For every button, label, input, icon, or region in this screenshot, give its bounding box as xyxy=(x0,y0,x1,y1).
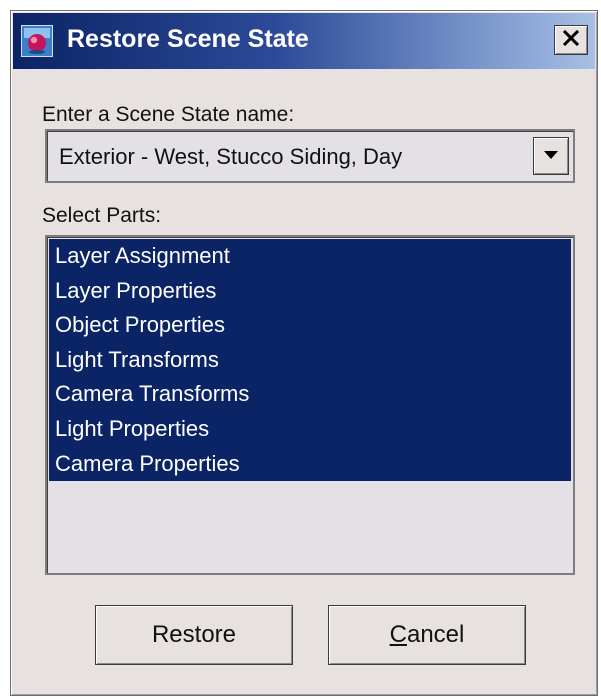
parts-listbox[interactable]: Layer Assignment Layer Properties Object… xyxy=(45,235,575,575)
list-item-camera-properties[interactable]: Camera Properties xyxy=(49,446,571,482)
scene-state-name-label: Enter a Scene State name: xyxy=(42,103,295,126)
list-item-layer-assignment[interactable]: Layer Assignment xyxy=(49,239,571,274)
cancel-button[interactable]: Cancel xyxy=(328,605,526,665)
app-icon xyxy=(21,25,53,57)
close-button[interactable] xyxy=(554,25,588,55)
scene-state-dropdown-button[interactable] xyxy=(533,137,569,175)
close-icon xyxy=(562,29,580,51)
select-parts-label: Select Parts: xyxy=(42,204,162,227)
cancel-mnemonic: C xyxy=(389,621,407,648)
list-item-camera-transforms[interactable]: Camera Transforms xyxy=(49,377,571,412)
list-item-object-properties[interactable]: Object Properties xyxy=(49,308,571,343)
list-item-light-properties[interactable]: Light Properties xyxy=(49,411,571,447)
list-item-light-transforms[interactable]: Light Transforms xyxy=(49,342,571,378)
restore-scene-state-dialog: Restore Scene State Enter a Scene State … xyxy=(10,10,598,696)
scene-state-name-value[interactable]: Exterior - West, Stucco Siding, Day xyxy=(59,144,402,170)
scene-state-name-combobox[interactable]: Exterior - West, Stucco Siding, Day xyxy=(45,129,575,183)
window-title: Restore Scene State xyxy=(67,25,309,53)
list-item-layer-properties[interactable]: Layer Properties xyxy=(49,273,571,309)
chevron-down-icon xyxy=(543,147,559,165)
restore-button[interactable]: Restore xyxy=(95,605,293,665)
cancel-button-label: Cancel xyxy=(390,621,465,649)
cancel-label-rest: ancel xyxy=(406,621,465,648)
restore-button-label: Restore xyxy=(151,621,237,648)
title-bar[interactable]: Restore Scene State xyxy=(13,13,595,69)
